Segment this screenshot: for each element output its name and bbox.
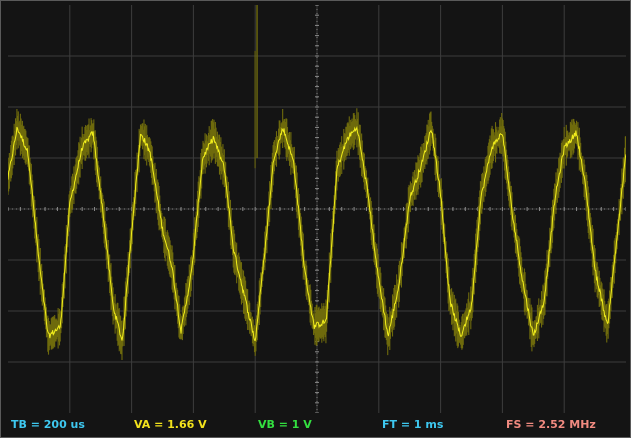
scope-screen[interactable] (8, 5, 626, 413)
sample-rate-readout: FS = 2.52 MHz (506, 418, 596, 431)
oscilloscope-window: TB = 200 us VA = 1.66 V VB = 1 V FT = 1 … (0, 0, 631, 438)
channel-a-readout: VA = 1.66 V (134, 418, 207, 431)
status-bar: TB = 200 us VA = 1.66 V VB = 1 V FT = 1 … (1, 415, 630, 437)
frame-time-readout: FT = 1 ms (382, 418, 444, 431)
channel-b-readout: VB = 1 V (258, 418, 312, 431)
timebase-readout: TB = 200 us (11, 418, 85, 431)
